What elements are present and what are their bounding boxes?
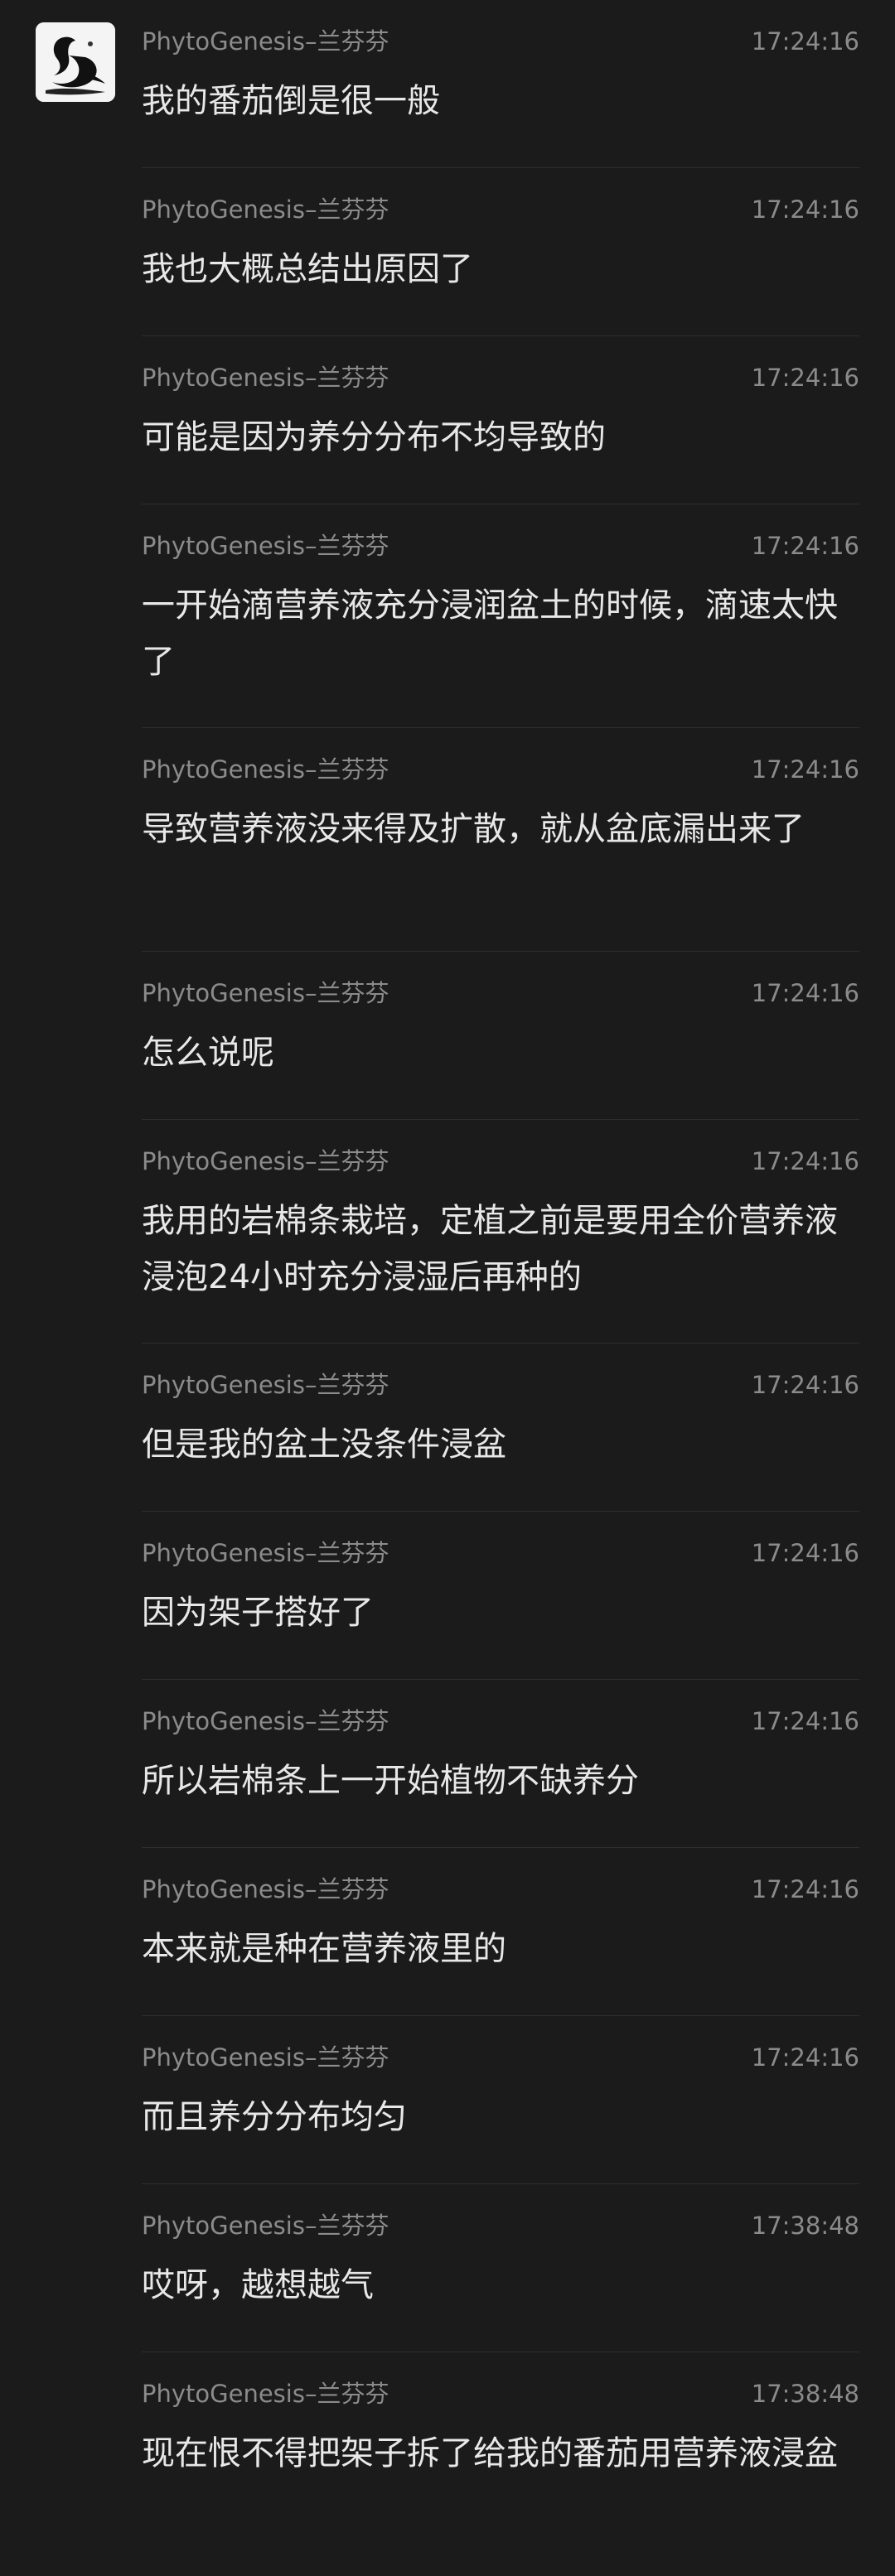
message-item[interactable]: PhytoGenesis–兰芬芬 17:24:16 所以岩棉条上一开始植物不缺养… bbox=[142, 1680, 859, 1848]
message-feed[interactable]: PhytoGenesis–兰芬芬 17:24:16 我的番茄倒是很一般 Phyt… bbox=[142, 0, 859, 2576]
sender-name[interactable]: PhytoGenesis–兰芬芬 bbox=[142, 1873, 389, 1906]
sender-name[interactable]: PhytoGenesis–兰芬芬 bbox=[142, 25, 389, 58]
sender-name[interactable]: PhytoGenesis–兰芬芬 bbox=[142, 753, 389, 786]
message-time: 17:24:16 bbox=[751, 1539, 859, 1567]
sender-name[interactable]: PhytoGenesis–兰芬芬 bbox=[142, 1145, 389, 1178]
sender-name[interactable]: PhytoGenesis–兰芬芬 bbox=[142, 529, 389, 562]
message-text: 一开始滴营养液充分浸润盆土的时候，滴速太快了 bbox=[142, 586, 838, 681]
message-item[interactable]: PhytoGenesis–兰芬芬 17:24:16 而且养分分布均匀 bbox=[142, 2016, 859, 2184]
message-item[interactable]: PhytoGenesis–兰芬芬 17:24:16 本来就是种在营养液里的 bbox=[142, 1848, 859, 2016]
message-text: 现在恨不得把架子拆了给我的番茄用营养液浸盆 bbox=[142, 2434, 838, 2472]
message-item[interactable]: PhytoGenesis–兰芬芬 17:38:48 哎呀，越想越气 bbox=[142, 2184, 859, 2352]
message-time: 17:24:16 bbox=[751, 2043, 859, 2072]
message-text: 所以岩棉条上一开始植物不缺养分 bbox=[142, 1762, 639, 1800]
message-text: 本来就是种在营养液里的 bbox=[142, 1930, 506, 1968]
message-item[interactable]: PhytoGenesis–兰芬芬 17:24:16 导致营养液没来得及扩散，就从… bbox=[142, 728, 859, 952]
message-item[interactable]: PhytoGenesis–兰芬芬 17:24:16 但是我的盆土没条件浸盆 bbox=[142, 1343, 859, 1512]
sender-name[interactable]: PhytoGenesis–兰芬芬 bbox=[142, 193, 389, 226]
sender-name[interactable]: PhytoGenesis–兰芬芬 bbox=[142, 361, 389, 394]
message-text: 我也大概总结出原因了 bbox=[142, 250, 473, 288]
sender-name[interactable]: PhytoGenesis–兰芬芬 bbox=[142, 977, 389, 1010]
message-time: 17:24:16 bbox=[751, 27, 859, 55]
message-time: 17:38:48 bbox=[751, 2212, 859, 2240]
message-text: 哎呀，越想越气 bbox=[142, 2266, 374, 2304]
message-time: 17:24:16 bbox=[751, 1147, 859, 1175]
message-item[interactable]: PhytoGenesis–兰芬芬 17:24:16 一开始滴营养液充分浸润盆土的… bbox=[142, 504, 859, 728]
message-item[interactable]: PhytoGenesis–兰芬芬 17:38:48 现在恨不得把架子拆了给我的番… bbox=[142, 2352, 859, 2576]
message-time: 17:24:16 bbox=[751, 979, 859, 1007]
sender-name[interactable]: PhytoGenesis–兰芬芬 bbox=[142, 1705, 389, 1738]
sender-name[interactable]: PhytoGenesis–兰芬芬 bbox=[142, 1368, 389, 1401]
message-time: 17:24:16 bbox=[751, 532, 859, 560]
message-item[interactable]: PhytoGenesis–兰芬芬 17:24:16 我也大概总结出原因了 bbox=[142, 168, 859, 336]
message-item[interactable]: PhytoGenesis–兰芬芬 17:24:16 怎么说呢 bbox=[142, 952, 859, 1120]
message-text: 我用的岩棉条栽培，定植之前是要用全价营养液浸泡24小时充分浸湿后再种的 bbox=[142, 1202, 838, 1296]
message-item[interactable]: PhytoGenesis–兰芬芬 17:24:16 因为架子搭好了 bbox=[142, 1512, 859, 1680]
message-text: 我的番茄倒是很一般 bbox=[142, 82, 440, 120]
sender-name[interactable]: PhytoGenesis–兰芬芬 bbox=[142, 2041, 389, 2074]
message-time: 17:24:16 bbox=[751, 364, 859, 392]
message-item[interactable]: PhytoGenesis–兰芬芬 17:24:16 可能是因为养分分布不均导致的 bbox=[142, 336, 859, 504]
message-time: 17:24:16 bbox=[751, 195, 859, 224]
message-text: 而且养分分布均匀 bbox=[142, 2098, 407, 2136]
sender-name[interactable]: PhytoGenesis–兰芬芬 bbox=[142, 2209, 389, 2242]
sender-name[interactable]: PhytoGenesis–兰芬芬 bbox=[142, 1536, 389, 1570]
message-item[interactable]: PhytoGenesis–兰芬芬 17:24:16 我的番茄倒是很一般 bbox=[142, 0, 859, 168]
message-text: 但是我的盆土没条件浸盆 bbox=[142, 1425, 506, 1464]
avatar[interactable] bbox=[36, 22, 115, 102]
message-text: 可能是因为养分分布不均导致的 bbox=[142, 418, 606, 456]
message-time: 17:24:16 bbox=[751, 1707, 859, 1735]
message-time: 17:24:16 bbox=[751, 755, 859, 784]
message-time: 17:38:48 bbox=[751, 2380, 859, 2408]
message-text: 怎么说呢 bbox=[142, 1034, 274, 1072]
message-text: 因为架子搭好了 bbox=[142, 1594, 374, 1632]
message-text: 导致营养液没来得及扩散，就从盆底漏出来了 bbox=[142, 810, 805, 848]
swan-ink-art-icon bbox=[36, 22, 115, 102]
message-item[interactable]: PhytoGenesis–兰芬芬 17:24:16 我用的岩棉条栽培，定植之前是… bbox=[142, 1120, 859, 1343]
sender-name[interactable]: PhytoGenesis–兰芬芬 bbox=[142, 2377, 389, 2410]
message-time: 17:24:16 bbox=[751, 1875, 859, 1903]
message-time: 17:24:16 bbox=[751, 1371, 859, 1399]
